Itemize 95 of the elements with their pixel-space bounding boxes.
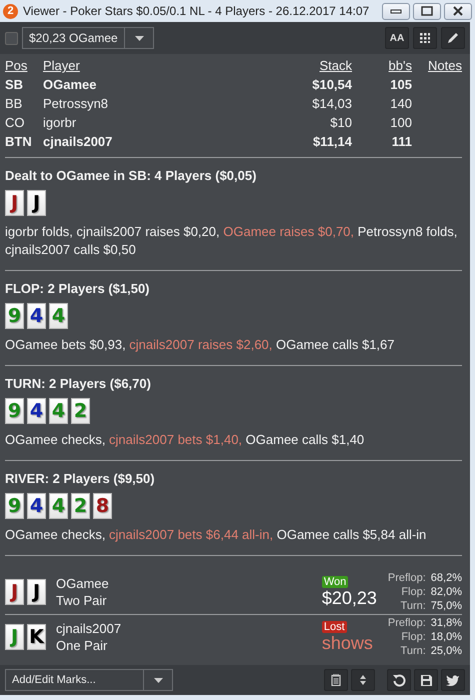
refresh-icon [392,673,406,687]
action-text: OGamee bets $0,93, cjnails2007 raises $2,60, OGamee calls $1,67 [5,336,396,354]
big-blinds-cell: 100 [390,115,412,130]
street-heading: RIVER: 2 Players ($9,50) [5,471,156,486]
pencil-icon [446,31,460,45]
sort-button[interactable] [351,669,375,691]
equity-value: 25,0% [430,644,462,658]
column-header[interactable]: Pos [5,58,28,73]
position-cell: SB [5,77,24,92]
result-badge: Lost [322,620,347,632]
action-text: OGamee checks, cjnails2007 bets $1,40, OGamee calls $1,40 [5,431,366,449]
player-name: Petrossyn8 [43,96,108,111]
font-size-button[interactable]: AA [385,27,409,49]
minimize-button[interactable] [382,2,410,20]
playing-card: J [27,190,46,216]
playing-card: 2 [71,398,90,424]
column-header[interactable]: Stack [319,58,352,73]
player-name: OGamee [56,575,110,592]
position-cell: BTN [5,134,32,149]
equity-value: 31,8% [430,616,462,630]
result-amount: shows [322,632,373,654]
playing-card: 9 [5,398,24,424]
street-heading: FLOP: 2 Players ($1,50) [5,281,151,296]
maximize-icon [421,6,433,16]
playing-card: 9 [5,493,24,519]
save-icon [420,674,432,686]
result-amount: $20,23 [322,588,377,608]
equity-label: Flop: [400,630,426,644]
action-text: igorbr folds, cjnails2007 raises $0,20, OGamee raises $0,70, Petrossyn8 folds, cjnails2007 calls $0,50 [5,223,458,259]
grid-icon [420,33,430,43]
playing-card: 4 [49,398,68,424]
equity-label: Preflop: [388,616,426,630]
save-button[interactable] [414,669,438,691]
equity-label: Preflop: [388,571,426,585]
position-cell: BB [5,96,22,111]
notepad-button[interactable] [324,669,348,691]
big-blinds-cell: 105 [390,77,412,92]
action-text: OGamee checks, cjnails2007 bets $6,44 all-in, OGamee calls $5,84 all-in [5,526,428,544]
playing-card: 4 [27,493,46,519]
window-title: Viewer - Poker Stars $0.05/0.1 NL - 4 Players - 26.12.2017 14:07 [23,4,370,18]
street-heading: Dealt to OGamee in SB: 4 Players ($0,05) [5,168,258,183]
playing-card: 4 [27,303,46,329]
hand-rank: Two Pair [56,592,108,609]
equity-label: Turn: [400,599,426,613]
result-badge: Won [322,576,348,588]
player-name: cjnails2007 [56,620,122,637]
playing-card: 8 [93,493,112,519]
big-blinds-cell: 140 [390,96,412,111]
equity-label: Turn: [400,644,426,658]
marks-dropdown[interactable]: Add/Edit Marks... [5,669,173,691]
stack-cell: $10,54 [312,77,352,92]
maximize-button[interactable] [413,2,441,20]
player-name: cjnails2007 [43,134,112,149]
stack-cell: $14,03 [312,96,352,111]
playing-card: J [27,579,46,605]
refresh-button[interactable] [387,669,411,691]
minimize-icon [390,8,402,14]
equity-value: 68,2% [430,571,462,585]
notepad-icon [331,674,341,686]
street-heading: TURN: 2 Players ($6,70) [5,376,152,391]
close-icon [452,6,464,16]
stack-cell: $11,14 [312,134,352,149]
playing-card: 4 [49,303,68,329]
playing-card: J [5,579,24,605]
equity-value: 75,0% [430,599,462,613]
hand-rank: One Pair [56,637,108,654]
caret-icon [154,678,162,682]
playing-card: J [5,190,24,216]
position-cell: CO [5,115,24,130]
equity-label: Flop: [400,585,426,599]
grid-button[interactable] [413,27,437,49]
playing-card: 4 [49,493,68,519]
close-button[interactable] [444,2,472,20]
app-badge: 2 [3,4,18,18]
player-name: igorbr [43,115,76,130]
playing-card: 9 [5,303,24,329]
share-button[interactable] [441,669,465,691]
column-header[interactable]: Player [43,58,80,73]
playing-card: K [27,624,46,650]
equity-value: 18,0% [430,630,462,644]
checkbox[interactable] [5,32,18,44]
player-name: OGamee [43,77,96,92]
big-blinds-cell: 111 [392,134,412,149]
equity-value: 82,0% [430,585,462,599]
playing-card: 2 [71,493,90,519]
hand-dropdown[interactable]: $20,23 OGamee [22,27,154,49]
column-header[interactable]: bb's [388,58,412,73]
bird-icon [446,674,460,686]
edit-button[interactable] [441,27,465,49]
caret-icon [134,36,144,40]
stack-cell: $10 [330,115,352,130]
playing-card: J [5,624,24,650]
playing-card: 4 [27,398,46,424]
column-header[interactable]: Notes [428,58,462,73]
up-down-icon [359,674,367,686]
